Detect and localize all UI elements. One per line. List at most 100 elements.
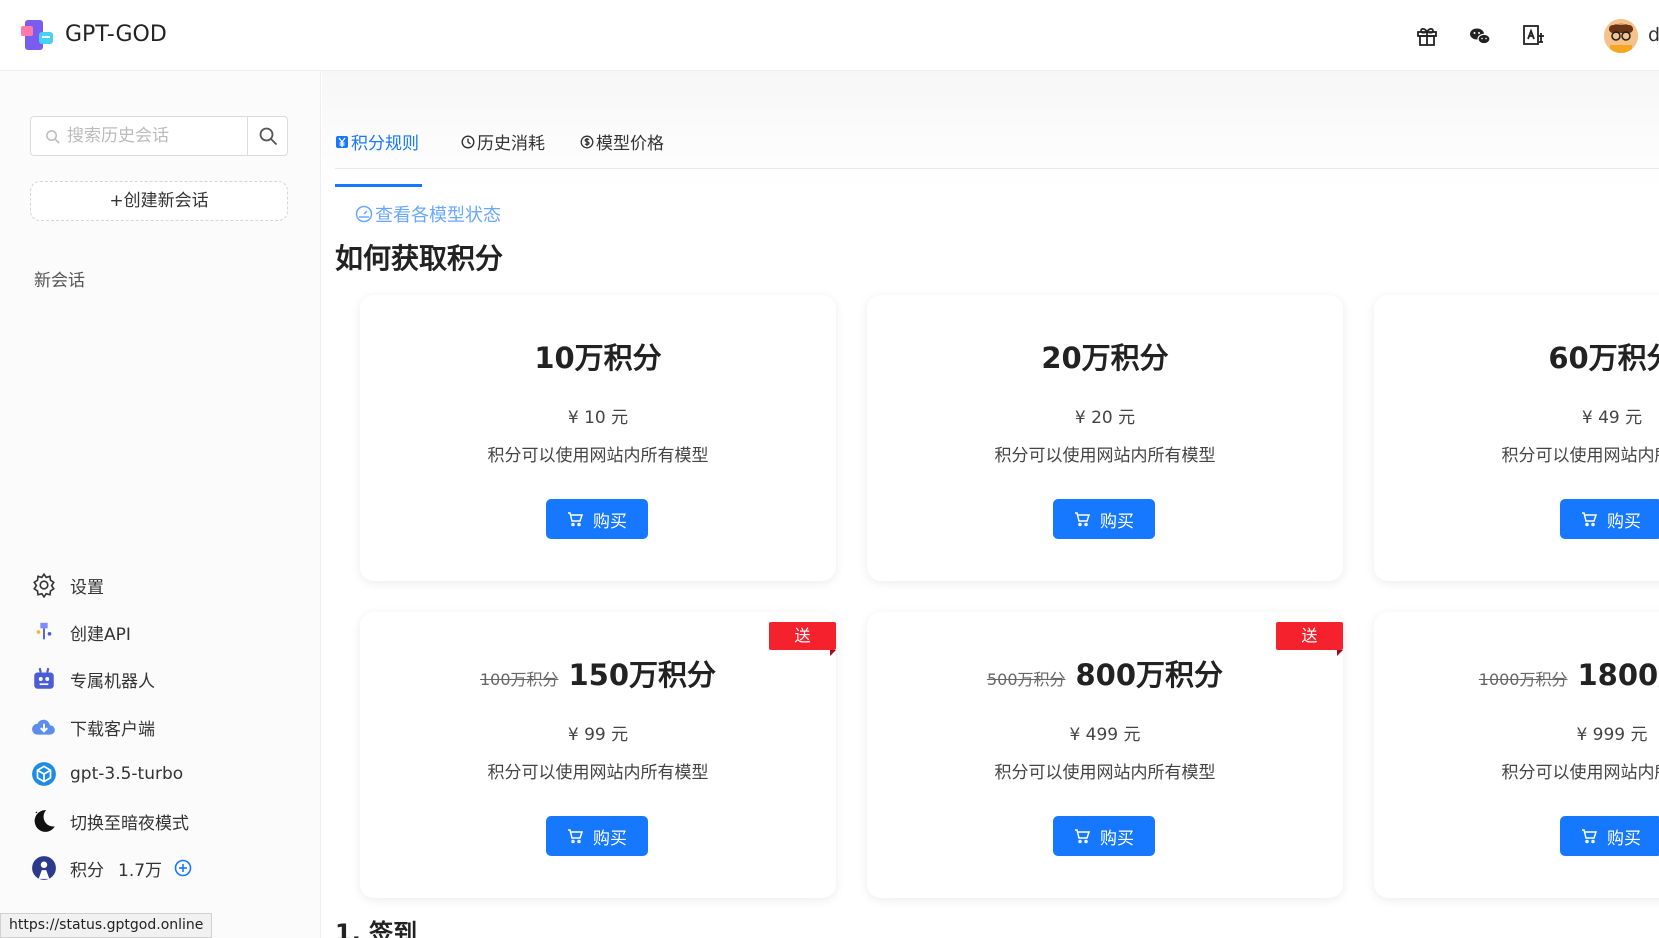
buy-button[interactable]: 购买 [1053,816,1155,856]
search-box [30,116,288,156]
bonus-badge: 送 60% [1276,622,1343,673]
cart-icon [1582,829,1597,844]
package-title: 150万积分 [568,658,717,692]
sidebar-item-bot[interactable]: 专属机器人 [30,663,290,695]
original-points: 500万积分 [986,670,1066,689]
sidebar-item-label: 切换至暗夜模式 [70,813,189,834]
sidebar-item-label: 设置 [70,577,104,598]
sidebar-item-label: 下载客户端 [70,719,155,740]
tab-label: 积分规则 [351,134,419,154]
buy-label: 购买 [1100,511,1134,532]
package-price: ¥ 999 元 [1576,725,1648,745]
points-value: 1.7万 [118,860,163,881]
buy-label: 购买 [1607,511,1641,532]
package-price: ¥ 99 元 [567,725,629,745]
package-description: 积分可以使用网站内所有模型 [1501,763,1659,783]
model-icon [30,760,58,788]
top-header: GPT-GOD d [0,0,1659,71]
add-points-icon[interactable] [174,859,192,877]
points-icon [30,854,58,882]
logo-icon[interactable] [19,18,55,54]
buy-button[interactable]: 购买 [1053,499,1155,539]
buy-label: 购买 [1100,828,1134,849]
api-icon [30,618,58,646]
cart-icon [1075,829,1090,844]
points-package-card: 送 60% 500万积分 800万积分 ¥ 499 元 积分可以使用网站内所有模… [867,612,1343,898]
section-title: 如何获取积分 [335,242,504,275]
conversation-item[interactable]: 新会话 [34,266,85,291]
link-status-tooltip: https://status.gptgod.online [0,913,213,938]
cart-icon [568,829,583,844]
package-title: 800万积分 [1075,658,1224,692]
download-icon [30,713,58,741]
package-title: 20万积分 [1041,341,1169,375]
app-title: GPT-GOD [65,22,167,47]
search-icon [259,127,277,146]
tab-active-indicator [335,184,422,187]
section-title-signin: 1. 签到 [335,919,418,938]
package-description: 积分可以使用网站内所有模型 [994,446,1216,466]
buy-label: 购买 [593,511,627,532]
gift-icon[interactable] [1415,24,1439,48]
new-chat-button[interactable]: +创建新会话 [30,181,288,221]
robot-icon [30,665,58,693]
sidebar-item-label: 专属机器人 [70,671,155,692]
tab-points-rules[interactable]: 积分规则 [335,129,422,187]
sidebar-item-dark-mode[interactable]: 切换至暗夜模式 [30,805,290,837]
sidebar-item-create-api[interactable]: 创建API [30,616,290,648]
search-input[interactable] [31,117,249,155]
buy-button[interactable]: 购买 [546,816,648,856]
tab-label: 模型价格 [596,134,664,154]
sidebar-item-download[interactable]: 下载客户端 [30,711,290,743]
tab-history[interactable]: 历史消耗 [461,129,545,154]
cart-icon [1582,512,1597,527]
points-package-card: 送 50% 100万积分 150万积分 ¥ 99 元 积分可以使用网站内所有模型… [360,612,836,898]
sidebar-item-model[interactable]: gpt-3.5-turbo [30,758,290,790]
sidebar-item-points[interactable]: 积分 1.7万 [30,852,290,884]
original-points: 100万积分 [479,670,559,689]
package-price: ¥ 20 元 [1074,408,1136,428]
package-description: 积分可以使用网站内所有模型 [1501,446,1659,466]
sidebar-item-settings[interactable]: 设置 [30,569,290,601]
buy-button[interactable]: 购买 [546,499,648,539]
tab-model-price[interactable]: 模型价格 [580,129,664,154]
buy-button[interactable]: 购买 [1560,816,1659,856]
dashboard-icon [355,205,373,223]
dollar-icon [580,135,594,148]
history-icon [461,134,475,149]
yen-icon [336,135,348,148]
package-title: 60万积分 [1548,341,1659,375]
translate-icon[interactable] [1522,24,1546,48]
package-price: ¥ 10 元 [567,408,629,428]
avatar[interactable] [1604,19,1638,53]
gear-icon [30,571,58,599]
search-button[interactable] [247,117,287,155]
sidebar-item-label: 积分 [70,860,104,881]
tab-label: 历史消耗 [477,134,545,154]
wechat-icon[interactable] [1468,24,1492,48]
package-price: ¥ 49 元 [1581,408,1643,428]
package-description: 积分可以使用网站内所有模型 [994,763,1216,783]
cart-icon [568,512,583,527]
points-package-card: 60万积分 ¥ 49 元 积分可以使用网站内所有模型 购买 [1374,295,1659,581]
model-status-link[interactable]: 查看各模型状态 [355,201,501,227]
moon-icon [30,807,58,835]
cart-icon [1075,512,1090,527]
main-content: 积分规则 历史消耗 模型价格 查看各模型状态 如何获取积分 10万积分 ¥ 10… [322,71,1659,938]
package-price: ¥ 499 元 [1069,725,1141,745]
bonus-badge: 送 50% [769,622,836,673]
sidebar-item-label: 创建API [70,624,131,645]
buy-label: 购买 [593,828,627,849]
original-points: 1000万积分 [1478,670,1568,689]
package-description: 积分可以使用网站内所有模型 [487,763,709,783]
user-name[interactable]: d [1648,24,1659,46]
tab-bar: 积分规则 历史消耗 模型价格 [335,111,1659,187]
package-title: 10万积分 [534,341,662,375]
buy-button[interactable]: 购买 [1560,499,1659,539]
package-title: 1800万积分 [1577,658,1659,692]
points-package-card: 1000万积分 1800万积分 ¥ 999 元 积分可以使用网站内所有模型 购买 [1374,612,1659,898]
sidebar: +创建新会话 新会话 设置 创建API 专属机器人 [0,71,321,938]
buy-label: 购买 [1607,828,1641,849]
points-package-card: 10万积分 ¥ 10 元 积分可以使用网站内所有模型 购买 [360,295,836,581]
package-description: 积分可以使用网站内所有模型 [487,446,709,466]
